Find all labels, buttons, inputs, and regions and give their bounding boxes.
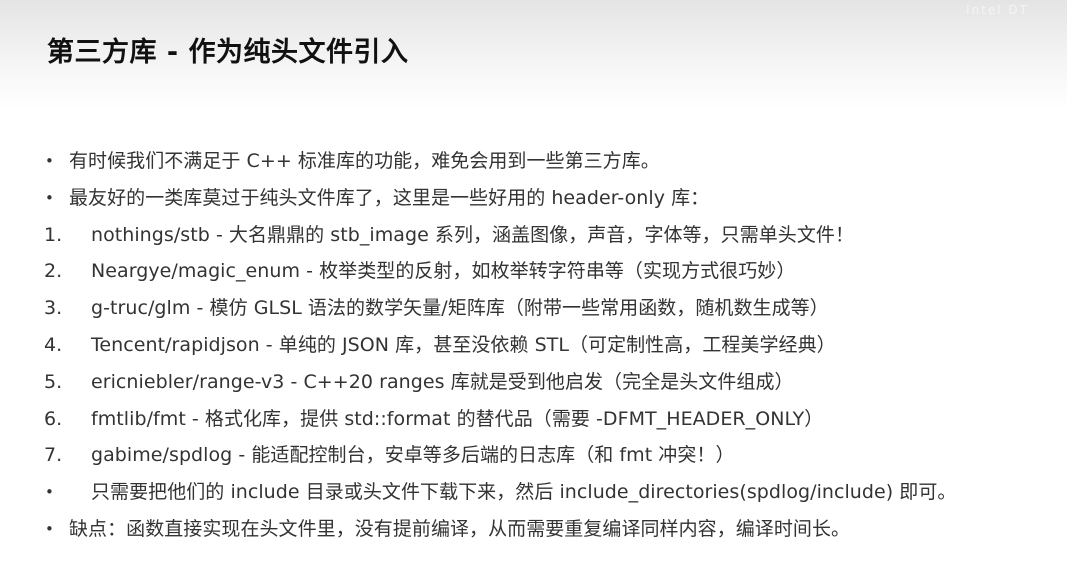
numbered-item: 4. Tencent/rapidjson - 单纯的 JSON 库，甚至没依赖 … [44, 327, 1064, 364]
bullet-text: 只需要把他们的 include 目录或头文件下载下来，然后 include_di… [91, 481, 957, 504]
numbered-item: 7. gabime/spdlog - 能适配控制台，安卓等多后端的日志库（和 f… [44, 437, 1064, 474]
slide: Intel DT 第三方库 - 作为纯头文件引入 • 有时候我们不满足于 C++… [0, 0, 1067, 564]
item-text: gabime/spdlog - 能适配控制台，安卓等多后端的日志库（和 fmt … [91, 444, 735, 467]
bullet-item: • 只需要把他们的 include 目录或头文件下载下来，然后 include_… [44, 474, 1064, 511]
item-number: 3. [44, 297, 63, 320]
bullet-marker: • [45, 483, 54, 502]
item-text: nothings/stb - 大名鼎鼎的 stb_image 系列，涵盖图像，声… [91, 223, 855, 246]
bullet-item: • 有时候我们不满足于 C++ 标准库的功能，难免会用到一些第三方库。 [44, 143, 1064, 180]
numbered-item: 5. ericniebler/range-v3 - C++20 ranges 库… [44, 364, 1064, 401]
item-text: ericniebler/range-v3 - C++20 ranges 库就是受… [91, 370, 794, 393]
watermark: Intel DT [966, 3, 1029, 17]
bullet-text: 有时候我们不满足于 C++ 标准库的功能，难免会用到一些第三方库。 [69, 150, 660, 172]
item-number: 4. [44, 333, 63, 356]
numbered-item: 1. nothings/stb - 大名鼎鼎的 stb_image 系列，涵盖图… [44, 217, 1064, 254]
bullet-item: • 最友好的一类库莫过于纯头文件库了，这里是一些好用的 header-only … [44, 180, 1064, 217]
item-number: 6. [44, 407, 63, 430]
item-number: 5. [44, 370, 63, 393]
item-text: Tencent/rapidjson - 单纯的 JSON 库，甚至没依赖 STL… [91, 333, 836, 356]
item-number: 1. [44, 223, 63, 246]
item-number: 7. [44, 444, 63, 467]
slide-title: 第三方库 - 作为纯头文件引入 [47, 37, 409, 68]
item-text: g-truc/glm - 模仿 GLSL 语法的数学矢量/矩阵库（附带一些常用函… [91, 297, 829, 320]
item-number: 2. [44, 260, 63, 283]
item-text: fmtlib/fmt - 格式化库，提供 std::format 的替代品（需要… [91, 407, 824, 430]
bullet-text: 缺点：函数直接实现在头文件里，没有提前编译，从而需要重复编译同样内容，编译时间长… [69, 517, 851, 540]
slide-content: • 有时候我们不满足于 C++ 标准库的功能，难免会用到一些第三方库。 • 最友… [44, 143, 1064, 548]
item-text: Neargye/magic_enum - 枚举类型的反射，如枚举转字符串等（实现… [91, 260, 796, 283]
bullet-item: • 缺点：函数直接实现在头文件里，没有提前编译，从而需要重复编译同样内容，编译时… [44, 511, 1064, 548]
bullet-text: 最友好的一类库莫过于纯头文件库了，这里是一些好用的 header-only 库： [69, 186, 710, 209]
numbered-item: 3. g-truc/glm - 模仿 GLSL 语法的数学矢量/矩阵库（附带一些… [44, 290, 1064, 327]
numbered-item: 2. Neargye/magic_enum - 枚举类型的反射，如枚举转字符串等… [44, 253, 1064, 290]
numbered-item: 6. fmtlib/fmt - 格式化库，提供 std::format 的替代品… [44, 401, 1064, 438]
